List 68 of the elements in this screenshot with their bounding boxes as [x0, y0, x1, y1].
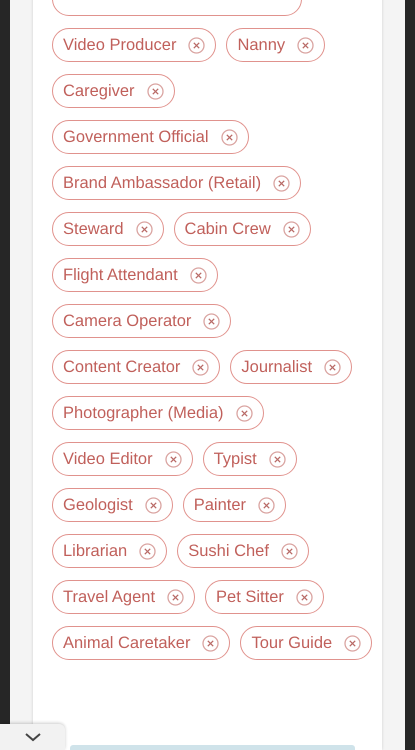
remove-icon[interactable] [188, 36, 206, 54]
tag-chip[interactable]: Government Official [52, 120, 249, 154]
tag-chip[interactable]: Content Creator [52, 350, 220, 384]
remove-icon[interactable] [167, 588, 184, 606]
remove-icon[interactable] [324, 358, 342, 376]
tag-chip[interactable]: Caregiver [52, 74, 175, 108]
tag-label: Nanny [237, 34, 286, 56]
tag-label: Geologist [63, 494, 133, 516]
tag-label: Journalist [241, 356, 312, 378]
tag-chip[interactable]: Sushi Chef [177, 534, 309, 568]
tag-chip[interactable]: Camera Operator [52, 304, 232, 338]
tag-label: Government Official [63, 126, 209, 148]
tag-chip[interactable]: Tour Guide [240, 626, 372, 660]
remove-icon[interactable] [273, 174, 290, 192]
tag-chip[interactable]: Animal Caretaker [52, 626, 230, 660]
tag-label: Video Editor [63, 448, 153, 470]
tag-label: Steward [63, 218, 124, 240]
tag-label: Typist [214, 448, 257, 470]
tag-label: Flight Attendant [63, 264, 178, 286]
remove-icon[interactable] [296, 588, 313, 606]
tag-label: Video Producer [63, 34, 176, 56]
tag-label: Content Creator [63, 356, 180, 378]
tag-chip[interactable]: Painter [182, 488, 286, 522]
remove-icon[interactable] [144, 496, 162, 514]
remove-icon[interactable] [203, 312, 220, 330]
remove-icon[interactable] [164, 450, 182, 468]
remove-icon[interactable] [202, 634, 220, 652]
tag-chip[interactable]: Geologist [52, 488, 173, 522]
tag-chip[interactable]: Steward [52, 212, 164, 246]
tag-chip[interactable]: Photographer (Media) [52, 396, 264, 430]
remove-icon[interactable] [268, 450, 286, 468]
tag-chip[interactable]: Pet Sitter [205, 580, 324, 614]
tag-label: Caregiver [63, 80, 135, 102]
tag-chip[interactable]: Cabin Crew [174, 212, 311, 246]
tag-label: Tour Guide [251, 632, 332, 654]
tag-label: Painter [194, 494, 246, 516]
remove-icon[interactable] [280, 542, 298, 560]
remove-icon[interactable] [146, 82, 164, 100]
remove-icon[interactable] [190, 266, 207, 284]
tag-chip[interactable]: Flight Attendant [52, 258, 218, 292]
remove-icon[interactable] [220, 128, 238, 146]
tag-chip[interactable]: Typist [202, 442, 297, 476]
remove-icon[interactable] [344, 634, 362, 652]
tag-label: Animal Caretaker [63, 632, 190, 654]
tag-chip[interactable]: Nanny [226, 28, 326, 62]
tag-chip[interactable]: Video Producer [52, 28, 216, 62]
tag-label: Travel Agent [63, 586, 156, 608]
remove-icon[interactable] [139, 542, 156, 560]
remove-icon[interactable] [258, 496, 275, 514]
tag-label: Librarian [63, 540, 128, 562]
tag-chip[interactable]: Video Editor [52, 442, 193, 476]
tag-chip[interactable]: Brand Ambassador (Retail) [52, 166, 302, 200]
remove-icon[interactable] [136, 220, 153, 238]
tag-chip[interactable]: Travel Agent [52, 580, 196, 614]
tag-label: Cabin Crew [184, 218, 271, 240]
remove-icon[interactable] [282, 220, 300, 238]
tag-chip[interactable]: Journalist [230, 350, 352, 384]
tag-label: Photographer (Media) [63, 402, 224, 424]
remove-icon[interactable] [297, 36, 314, 54]
remove-icon[interactable] [236, 404, 253, 422]
tag-label: Sushi Chef [188, 540, 269, 562]
collapse-tab[interactable] [0, 724, 65, 750]
remove-icon[interactable] [192, 358, 210, 376]
tag-chip[interactable]: Librarian [52, 534, 168, 568]
chevron-down-icon [24, 732, 42, 742]
tag-label: Brand Ambassador (Retail) [63, 172, 262, 194]
tag-label: Camera Operator [63, 310, 192, 332]
tag-label: Pet Sitter [216, 586, 284, 608]
